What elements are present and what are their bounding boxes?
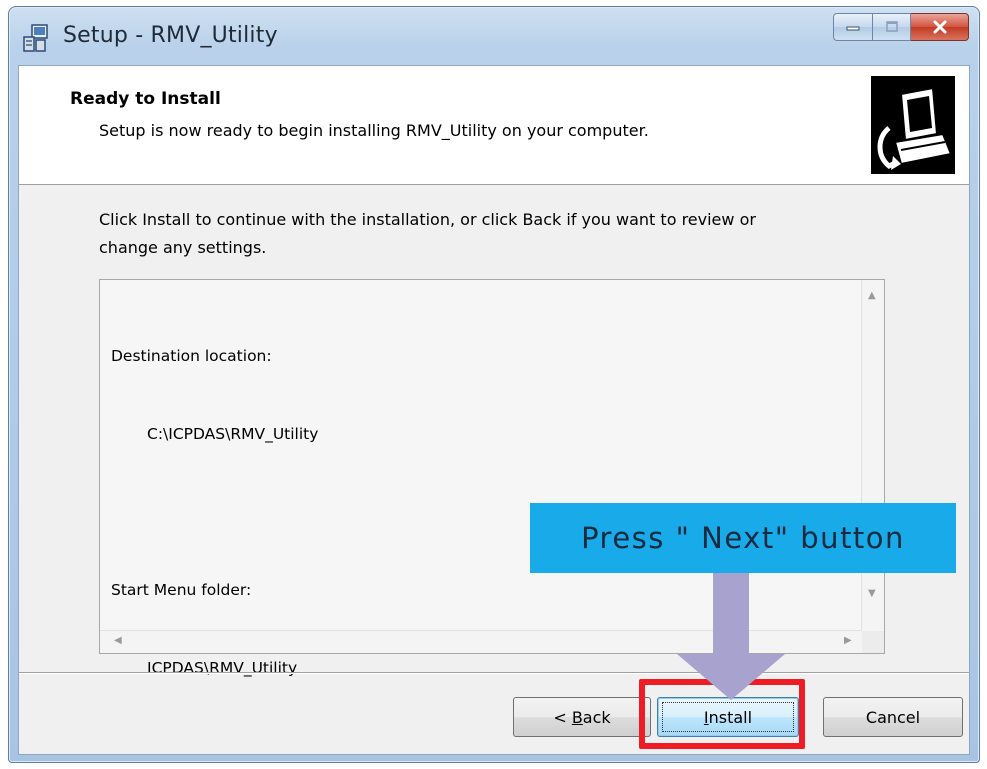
setup-icon [23, 24, 48, 52]
vertical-scrollbar[interactable]: ▲ ▼ [861, 280, 884, 630]
scroll-up-icon[interactable]: ▲ [868, 290, 876, 301]
minimize-button[interactable] [833, 13, 873, 41]
callout-arrow-icon [677, 654, 785, 700]
scroll-down-icon[interactable]: ▼ [868, 588, 876, 599]
callout-arrow-stem [713, 573, 749, 654]
minimize-icon [846, 26, 860, 31]
wizard-client-area: Ready to Install Setup is now ready to b… [18, 65, 970, 755]
footer-divider [19, 672, 969, 674]
cancel-button[interactable]: Cancel [823, 697, 963, 737]
scrollbar-corner [862, 631, 884, 653]
back-button-mnemonic: B [571, 707, 583, 727]
scroll-right-icon[interactable]: ▶ [844, 635, 852, 646]
scroll-left-icon[interactable]: ◀ [114, 635, 122, 646]
back-button[interactable]: < Back [513, 697, 651, 737]
memo-spacer [111, 499, 318, 525]
destination-label: Destination location: [111, 347, 272, 365]
start-menu-value: ICPDAS\RMV_Utility [147, 659, 298, 677]
memo-content: Destination location: C:\ICPDAS\RMV_Util… [111, 291, 318, 733]
page-subtitle: Setup is now ready to begin installing R… [99, 121, 649, 140]
instructions-text: Click Install to continue with the insta… [99, 206, 879, 262]
title-bar[interactable]: Setup - RMV_Utility [9, 7, 979, 65]
setup-window: Setup - RMV_Utility Ready to Install Set… [8, 6, 980, 763]
instructions-line-2: change any settings. [99, 238, 267, 257]
caption-buttons [833, 13, 969, 43]
instructions-line-1: Click Install to continue with the insta… [99, 210, 756, 229]
maximize-icon [885, 21, 898, 32]
instruction-callout: Press " Next" button [530, 503, 956, 573]
close-icon [933, 20, 946, 34]
close-button[interactable] [911, 13, 969, 41]
destination-value: C:\ICPDAS\RMV_Utility [147, 425, 319, 443]
window-title: Setup - RMV_Utility [63, 23, 278, 48]
computer-install-icon [871, 76, 955, 174]
back-button-rest: ack [582, 707, 611, 727]
page-title: Ready to Install [70, 89, 221, 109]
ready-memo-box[interactable]: Destination location: C:\ICPDAS\RMV_Util… [99, 279, 885, 677]
maximize-button[interactable] [873, 13, 911, 41]
start-menu-label: Start Menu folder: [111, 581, 252, 599]
wizard-header: Ready to Install Setup is now ready to b… [19, 66, 969, 185]
back-button-prefix: < [553, 707, 572, 727]
